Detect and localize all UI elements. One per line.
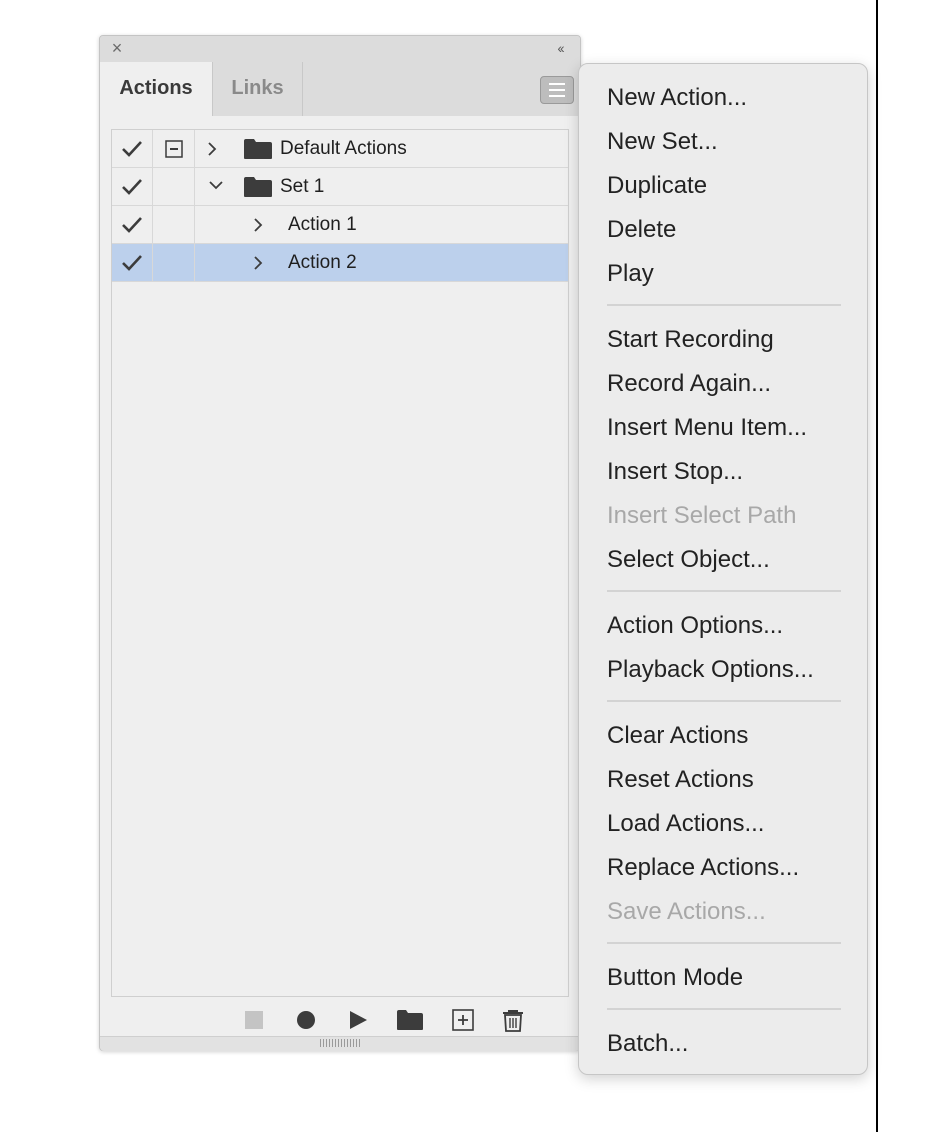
checkmark-icon (122, 178, 142, 195)
folder-icon (243, 138, 273, 160)
list-item-action-1[interactable]: Action 1 (112, 206, 568, 244)
hamburger-icon (549, 95, 565, 97)
trash-icon[interactable] (500, 1008, 526, 1032)
actions-list[interactable]: Default Actions Set 1 Action 1 Action 2 (111, 129, 569, 997)
panel-content: Default Actions Set 1 Action 1 Action 2 (100, 116, 580, 1050)
menu-item-duplicate[interactable]: Duplicate (607, 169, 707, 203)
toggle-dialog-box[interactable] (153, 130, 195, 167)
folder-icon (243, 176, 273, 198)
menu-item-record-again[interactable]: Record Again... (607, 367, 771, 401)
menu-item-insert-menu-item[interactable]: Insert Menu Item... (607, 411, 807, 445)
hamburger-icon (549, 83, 565, 85)
menu-item-save-actions: Save Actions... (607, 898, 766, 925)
tab-actions[interactable]: Actions (100, 62, 213, 117)
toggle-dialog-box[interactable] (153, 206, 195, 243)
actions-panel: × ‹‹ Actions Links Default Actions Set 1… (99, 35, 581, 1051)
hamburger-icon (549, 89, 565, 91)
chevron-right-icon[interactable] (250, 244, 270, 281)
panel-toolbar (100, 1000, 580, 1040)
menu-item-start-recording[interactable]: Start Recording (607, 323, 774, 357)
menu-separator (607, 700, 841, 702)
play-icon[interactable] (345, 1008, 371, 1032)
menu-item-select-object[interactable]: Select Object... (607, 543, 770, 577)
chevron-down-icon[interactable] (206, 168, 226, 205)
menu-item-clear-actions[interactable]: Clear Actions (607, 719, 748, 753)
action-label: Action 1 (288, 214, 357, 235)
menu-item-play[interactable]: Play (607, 257, 654, 291)
tab-links[interactable]: Links (213, 62, 303, 116)
menu-item-new-action[interactable]: New Action... (607, 81, 747, 115)
menu-item-replace-actions[interactable]: Replace Actions... (607, 851, 799, 885)
action-label: Action 2 (288, 252, 357, 273)
panel-flyout-menu: New Action... New Set... Duplicate Delet… (578, 63, 868, 1075)
toggle-dialog-box[interactable] (153, 244, 195, 281)
new-action-icon[interactable] (450, 1008, 476, 1032)
set-label: Set 1 (280, 176, 325, 197)
collapse-panel-icon[interactable]: ‹‹ (550, 39, 570, 57)
toggle-item-checkbox[interactable] (112, 244, 153, 281)
list-item-set-1[interactable]: Set 1 (112, 168, 568, 206)
menu-separator (607, 590, 841, 592)
checkmark-icon (122, 140, 142, 157)
list-item-action-2[interactable]: Action 2 (112, 244, 568, 282)
new-set-folder-icon[interactable] (396, 1008, 423, 1032)
menu-item-batch[interactable]: Batch... (607, 1027, 688, 1061)
menu-separator (607, 1008, 841, 1010)
menu-item-insert-stop[interactable]: Insert Stop... (607, 455, 743, 489)
resize-grip[interactable] (100, 1036, 580, 1051)
record-icon[interactable] (293, 1008, 319, 1032)
chevron-right-icon[interactable] (250, 206, 270, 243)
toggle-item-checkbox[interactable] (112, 130, 153, 167)
panel-tabbar: Actions Links (100, 62, 580, 117)
screen: × ‹‹ Actions Links Default Actions Set 1… (0, 0, 934, 1132)
menu-item-load-actions[interactable]: Load Actions... (607, 807, 764, 841)
menu-item-playback-options[interactable]: Playback Options... (607, 653, 814, 687)
dialog-toggle-icon (164, 139, 183, 158)
menu-item-delete[interactable]: Delete (607, 213, 676, 247)
menu-item-reset-actions[interactable]: Reset Actions (607, 763, 754, 797)
toggle-item-checkbox[interactable] (112, 206, 153, 243)
chevron-right-icon[interactable] (204, 130, 224, 167)
panel-menu-button[interactable] (540, 76, 574, 104)
grip-lines-icon (320, 1039, 360, 1047)
stop-icon[interactable] (241, 1008, 267, 1032)
window-edge-divider (876, 0, 878, 1132)
menu-item-insert-select-path: Insert Select Path (607, 502, 797, 529)
close-icon[interactable]: × (108, 39, 126, 57)
toggle-dialog-box[interactable] (153, 168, 195, 205)
menu-item-new-set[interactable]: New Set... (607, 125, 718, 159)
checkmark-icon (122, 254, 142, 271)
menu-item-action-options[interactable]: Action Options... (607, 609, 783, 643)
menu-separator (607, 942, 841, 944)
menu-separator (607, 304, 841, 306)
panel-titlebar[interactable]: × ‹‹ (100, 36, 580, 63)
toggle-item-checkbox[interactable] (112, 168, 153, 205)
checkmark-icon (122, 216, 142, 233)
list-item-default-actions[interactable]: Default Actions (112, 130, 568, 168)
set-label: Default Actions (280, 138, 407, 159)
menu-item-button-mode[interactable]: Button Mode (607, 961, 743, 995)
